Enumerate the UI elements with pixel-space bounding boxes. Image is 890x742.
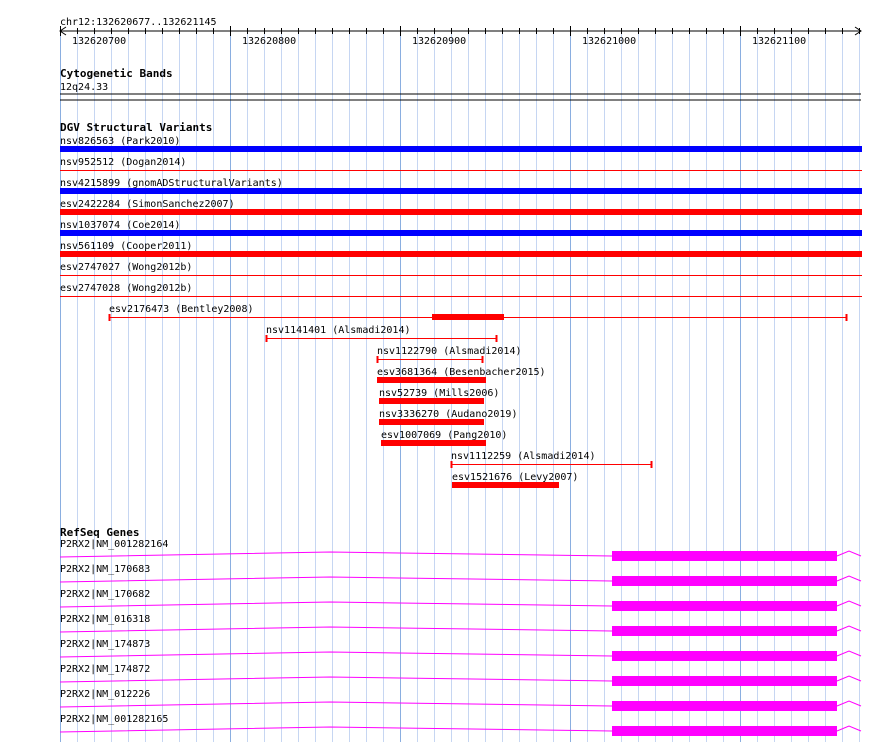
dgv-feature[interactable]: esv2176473 (Bentley2008) — [108, 304, 848, 321]
dgv-feature-label: esv3681364 (Besenbacher2015) — [377, 367, 546, 378]
dgv-feature[interactable]: nsv3336270 (Audano2019) — [379, 409, 517, 425]
dgv-feature-bar[interactable] — [60, 209, 862, 215]
refseq-continuation-line — [836, 575, 862, 582]
refseq-gene-label: P2RX2|NM_170682 — [60, 589, 150, 600]
dgv-feature[interactable]: nsv52739 (Mills2006) — [379, 388, 499, 404]
dgv-feature-bar[interactable] — [377, 377, 486, 383]
ruler-tick-label: 132620900 — [412, 36, 466, 47]
ruler-tick-label: 132621000 — [582, 36, 636, 47]
refseq-continuation-line — [836, 650, 862, 657]
dgv-feature-label: nsv1112259 (Alsmadi2014) — [451, 451, 596, 462]
refseq-exon-block[interactable] — [612, 551, 837, 561]
genome-browser-view[interactable]: chr12:132620677..132621145 132620700 132… — [0, 0, 890, 742]
dgv-feature-bar[interactable] — [379, 419, 484, 425]
cytoband-track-title: Cytogenetic Bands — [60, 67, 173, 80]
dgv-feature-label: esv2176473 (Bentley2008) — [109, 304, 254, 315]
dgv-feature-bar[interactable] — [379, 398, 484, 404]
dgv-feature-label: nsv1141401 (Alsmadi2014) — [266, 325, 411, 336]
refseq-exon-block[interactable] — [612, 626, 837, 636]
refseq-continuation-line — [836, 600, 862, 607]
dgv-feature-bar[interactable] — [452, 482, 559, 488]
dgv-feature-label: esv2422284 (SimonSanchez2007) — [60, 199, 235, 210]
dgv-feature-bar[interactable] — [60, 251, 862, 257]
refseq-gene-label: P2RX2|NM_170683 — [60, 564, 150, 575]
dgv-feature-label: nsv4215899 (gnomADStructuralVariants) — [60, 178, 283, 189]
refseq-gene-label: P2RX2|NM_012226 — [60, 689, 150, 700]
dgv-feature[interactable]: nsv952512 (Dogan2014) — [60, 157, 862, 171]
ruler-tick-label: 132620800 — [242, 36, 296, 47]
dgv-features[interactable]: nsv826563 (Park2010) nsv952512 (Dogan2014… — [60, 136, 862, 488]
refseq-continuation-line — [836, 725, 862, 732]
refseq-continuation-line — [836, 625, 862, 632]
dgv-feature-bar[interactable] — [60, 146, 862, 152]
dgv-feature-label: nsv561109 (Cooper2011) — [60, 241, 192, 252]
refseq-track-title: RefSeq Genes — [60, 526, 139, 539]
refseq-intron-line — [59, 601, 613, 608]
refseq-exon-block[interactable] — [612, 701, 837, 711]
refseq-exon-block[interactable] — [612, 576, 837, 586]
refseq-intron-line — [59, 626, 613, 633]
dgv-feature-bar[interactable] — [60, 188, 862, 194]
refseq-continuation-line — [836, 675, 862, 682]
refseq-continuation-line — [836, 700, 862, 707]
refseq-intron-line — [59, 551, 613, 558]
refseq-continuation-line — [836, 550, 862, 557]
cytoband-label: 12q24.33 — [60, 82, 108, 93]
refseq-intron-line — [59, 726, 613, 733]
dgv-feature[interactable]: nsv826563 (Park2010) — [60, 136, 862, 152]
dgv-feature-label: nsv952512 (Dogan2014) — [60, 157, 186, 168]
dgv-feature-label: nsv826563 (Park2010) — [60, 136, 180, 147]
dgv-feature[interactable]: nsv1037074 (Coe2014) — [60, 220, 862, 236]
locus-label: chr12:132620677..132621145 — [60, 17, 217, 28]
dgv-feature[interactable]: nsv561109 (Cooper2011) — [60, 241, 862, 257]
dgv-feature-label: esv1007069 (Pang2010) — [381, 430, 507, 441]
dgv-feature-label: nsv52739 (Mills2006) — [379, 388, 499, 399]
refseq-intron-line — [59, 676, 613, 683]
dgv-feature-bar[interactable] — [432, 314, 504, 320]
dgv-feature-label: nsv1122790 (Alsmadi2014) — [377, 346, 522, 357]
refseq-intron-line — [59, 576, 613, 583]
dgv-feature[interactable]: esv1007069 (Pang2010) — [381, 430, 507, 446]
refseq-gene-label: P2RX2|NM_001282165 — [60, 714, 168, 725]
refseq-exon-block[interactable] — [612, 676, 837, 686]
refseq-exon-block[interactable] — [612, 651, 837, 661]
dgv-feature[interactable]: nsv1141401 (Alsmadi2014) — [265, 325, 498, 342]
refseq-exon-block[interactable] — [612, 726, 837, 736]
refseq-gene-label: P2RX2|NM_016318 — [60, 614, 150, 625]
dgv-feature-label: esv2747027 (Wong2012b) — [60, 262, 192, 273]
dgv-feature-label: nsv3336270 (Audano2019) — [379, 409, 517, 420]
dgv-feature[interactable]: esv2747028 (Wong2012b) — [60, 283, 862, 297]
dgv-feature-bar[interactable] — [60, 230, 862, 236]
dgv-feature[interactable]: esv1521676 (Levy2007) — [452, 472, 578, 488]
dgv-feature[interactable]: esv3681364 (Besenbacher2015) — [377, 367, 546, 383]
dgv-track[interactable]: DGV Structural Variants nsv826563 (Park2… — [60, 121, 862, 488]
dgv-feature-bar[interactable] — [381, 440, 486, 446]
dgv-feature[interactable]: nsv4215899 (gnomADStructuralVariants) — [60, 178, 862, 194]
refseq-intron-line — [59, 701, 613, 708]
dgv-feature[interactable]: nsv1122790 (Alsmadi2014) — [376, 346, 522, 363]
refseq-exon-block[interactable] — [612, 601, 837, 611]
dgv-feature-label: esv1521676 (Levy2007) — [452, 472, 578, 483]
ruler-tick-label: 132620700 — [72, 36, 126, 47]
dgv-feature[interactable]: esv2422284 (SimonSanchez2007) — [60, 199, 862, 215]
refseq-intron-line — [59, 651, 613, 658]
refseq-gene-label: P2RX2|NM_001282164 — [60, 539, 168, 550]
refseq-track[interactable]: RefSeq Genes P2RX2|NM_001282164 P2RX2|NM_… — [59, 526, 862, 736]
dgv-feature-label: nsv1037074 (Coe2014) — [60, 220, 180, 231]
refseq-gene-label: P2RX2|NM_174872 — [60, 664, 150, 675]
dgv-feature-label: esv2747028 (Wong2012b) — [60, 283, 192, 294]
dgv-feature[interactable]: esv2747027 (Wong2012b) — [60, 262, 862, 276]
refseq-gene-label: P2RX2|NM_174873 — [60, 639, 150, 650]
ruler-tick-label: 132621100 — [752, 36, 806, 47]
dgv-track-title: DGV Structural Variants — [60, 121, 212, 134]
